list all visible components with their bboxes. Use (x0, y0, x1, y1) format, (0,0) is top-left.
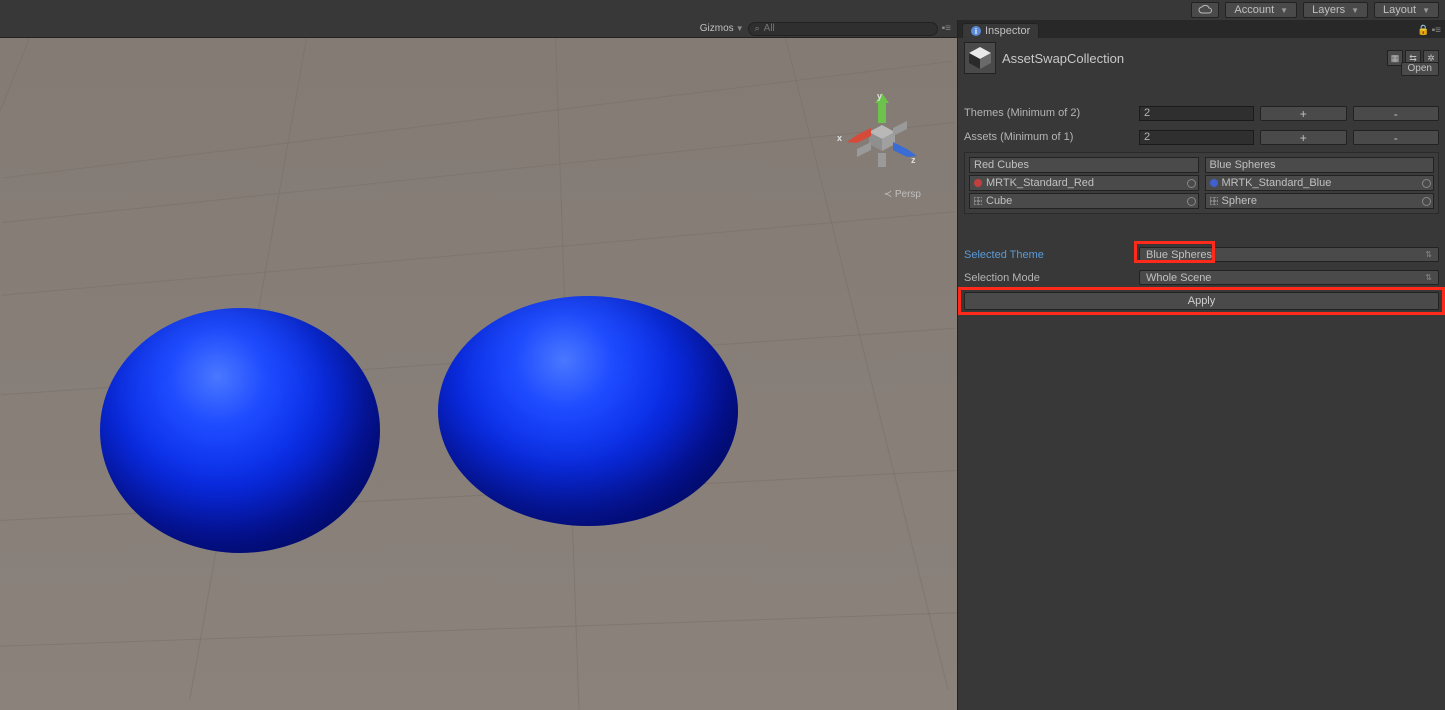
themes-row: Themes (Minimum of 2) + - (964, 104, 1439, 122)
axis-y-label: y (877, 91, 882, 101)
selection-mode-row: Selection Mode Whole Scene⇅ (964, 269, 1439, 286)
axis-x-label: x (837, 133, 842, 143)
mesh-icon (1210, 197, 1218, 205)
scene-search[interactable]: ⌕ (748, 22, 938, 36)
chevron-down-icon: ⇅ (1425, 250, 1432, 259)
themes-minus-button[interactable]: - (1353, 106, 1440, 121)
chevron-down-icon: ▼ (1351, 6, 1359, 15)
tab-inspector[interactable]: i Inspector (962, 23, 1039, 38)
object-picker-icon[interactable] (1422, 179, 1431, 188)
scene-sphere[interactable] (100, 308, 380, 553)
inspector-body: AssetSwapCollection ▦ ⇆ ✲ Open Themes (M… (958, 38, 1445, 312)
selected-theme-label: Selected Theme (964, 249, 1139, 261)
cloud-button[interactable] (1191, 2, 1219, 18)
gizmo-icon (837, 93, 927, 183)
cloud-icon (1198, 5, 1212, 15)
theme-column-red: Red Cubes MRTK_Standard_Red Cube (969, 157, 1199, 209)
object-picker-icon[interactable] (1187, 179, 1196, 188)
layers-dropdown[interactable]: Layers ▼ (1303, 2, 1368, 18)
inspector-panel: i Inspector 🔒 ▪≡ AssetSwapCollection (958, 20, 1445, 710)
gizmos-label: Gizmos (700, 23, 734, 34)
top-toolbar: Account ▼ Layers ▼ Layout ▼ (0, 0, 1445, 20)
theme-title-field[interactable]: Red Cubes (969, 157, 1199, 173)
unity-cube-icon (967, 45, 993, 71)
mesh-field[interactable]: Cube (969, 193, 1199, 209)
chevron-down-icon: ▼ (736, 24, 744, 33)
layout-label: Layout (1383, 4, 1416, 16)
material-icon (1210, 179, 1218, 187)
orientation-gizmo[interactable]: y x z ≺ Persp (837, 93, 927, 193)
themes-grid: Red Cubes MRTK_Standard_Red Cube Blue Sp… (964, 152, 1439, 214)
mesh-icon (974, 197, 982, 205)
scene-options-icon[interactable]: ▪≡ (942, 23, 951, 34)
account-label: Account (1234, 4, 1274, 16)
material-field[interactable]: MRTK_Standard_Blue (1205, 175, 1435, 191)
open-button[interactable]: Open (1401, 62, 1439, 76)
theme-column-blue: Blue Spheres MRTK_Standard_Blue Sphere (1205, 157, 1435, 209)
inspector-tab-label: Inspector (985, 25, 1030, 37)
material-icon (974, 179, 982, 187)
material-field[interactable]: MRTK_Standard_Red (969, 175, 1199, 191)
assets-plus-button[interactable]: + (1260, 130, 1347, 145)
axis-z-label: z (911, 155, 916, 165)
assets-value-field[interactable] (1139, 130, 1254, 145)
layout-dropdown[interactable]: Layout ▼ (1374, 2, 1439, 18)
asset-name: AssetSwapCollection (1002, 51, 1387, 66)
perspective-label[interactable]: ≺ Persp (884, 189, 921, 200)
selection-mode-label: Selection Mode (964, 272, 1139, 284)
object-picker-icon[interactable] (1422, 197, 1431, 206)
context-menu-icon[interactable]: ▪≡ (1432, 25, 1441, 36)
info-icon: i (971, 26, 981, 36)
chevron-down-icon: ▼ (1422, 6, 1430, 15)
assets-minus-button[interactable]: - (1353, 130, 1440, 145)
scene-toolbar: Gizmos ▼ ⌕ ▪≡ (0, 20, 957, 38)
mesh-field[interactable]: Sphere (1205, 193, 1435, 209)
selected-theme-dropdown[interactable]: Blue Spheres⇅ (1139, 247, 1439, 262)
lock-icon[interactable]: 🔒 (1417, 25, 1429, 36)
gizmos-dropdown[interactable]: Gizmos ▼ (700, 23, 744, 34)
themes-value-field[interactable] (1139, 106, 1254, 121)
chevron-down-icon: ▼ (1280, 6, 1288, 15)
account-dropdown[interactable]: Account ▼ (1225, 2, 1297, 18)
apply-row: Apply (964, 292, 1439, 310)
assets-row: Assets (Minimum of 1) + - (964, 128, 1439, 146)
inspector-tab-row: i Inspector 🔒 ▪≡ (958, 20, 1445, 38)
scene-sphere[interactable] (438, 296, 738, 526)
selection-mode-dropdown[interactable]: Whole Scene⇅ (1139, 270, 1439, 285)
selected-theme-row: Selected Theme Blue Spheres⇅ (964, 246, 1439, 263)
themes-plus-button[interactable]: + (1260, 106, 1347, 121)
main-layout: Gizmos ▼ ⌕ ▪≡ (0, 20, 1445, 710)
scene-pane: Gizmos ▼ ⌕ ▪≡ (0, 20, 958, 710)
search-icon: ⌕ (755, 23, 760, 34)
layers-label: Layers (1312, 4, 1345, 16)
asset-icon[interactable] (964, 42, 996, 74)
asset-header: AssetSwapCollection ▦ ⇆ ✲ Open (964, 40, 1439, 76)
search-input[interactable] (764, 23, 931, 34)
apply-button[interactable]: Apply (964, 292, 1439, 310)
themes-label: Themes (Minimum of 2) (964, 107, 1139, 119)
object-picker-icon[interactable] (1187, 197, 1196, 206)
scene-viewport[interactable]: y x z ≺ Persp (0, 38, 957, 710)
theme-title-field[interactable]: Blue Spheres (1205, 157, 1435, 173)
chevron-down-icon: ⇅ (1425, 273, 1432, 282)
assets-label: Assets (Minimum of 1) (964, 131, 1139, 143)
